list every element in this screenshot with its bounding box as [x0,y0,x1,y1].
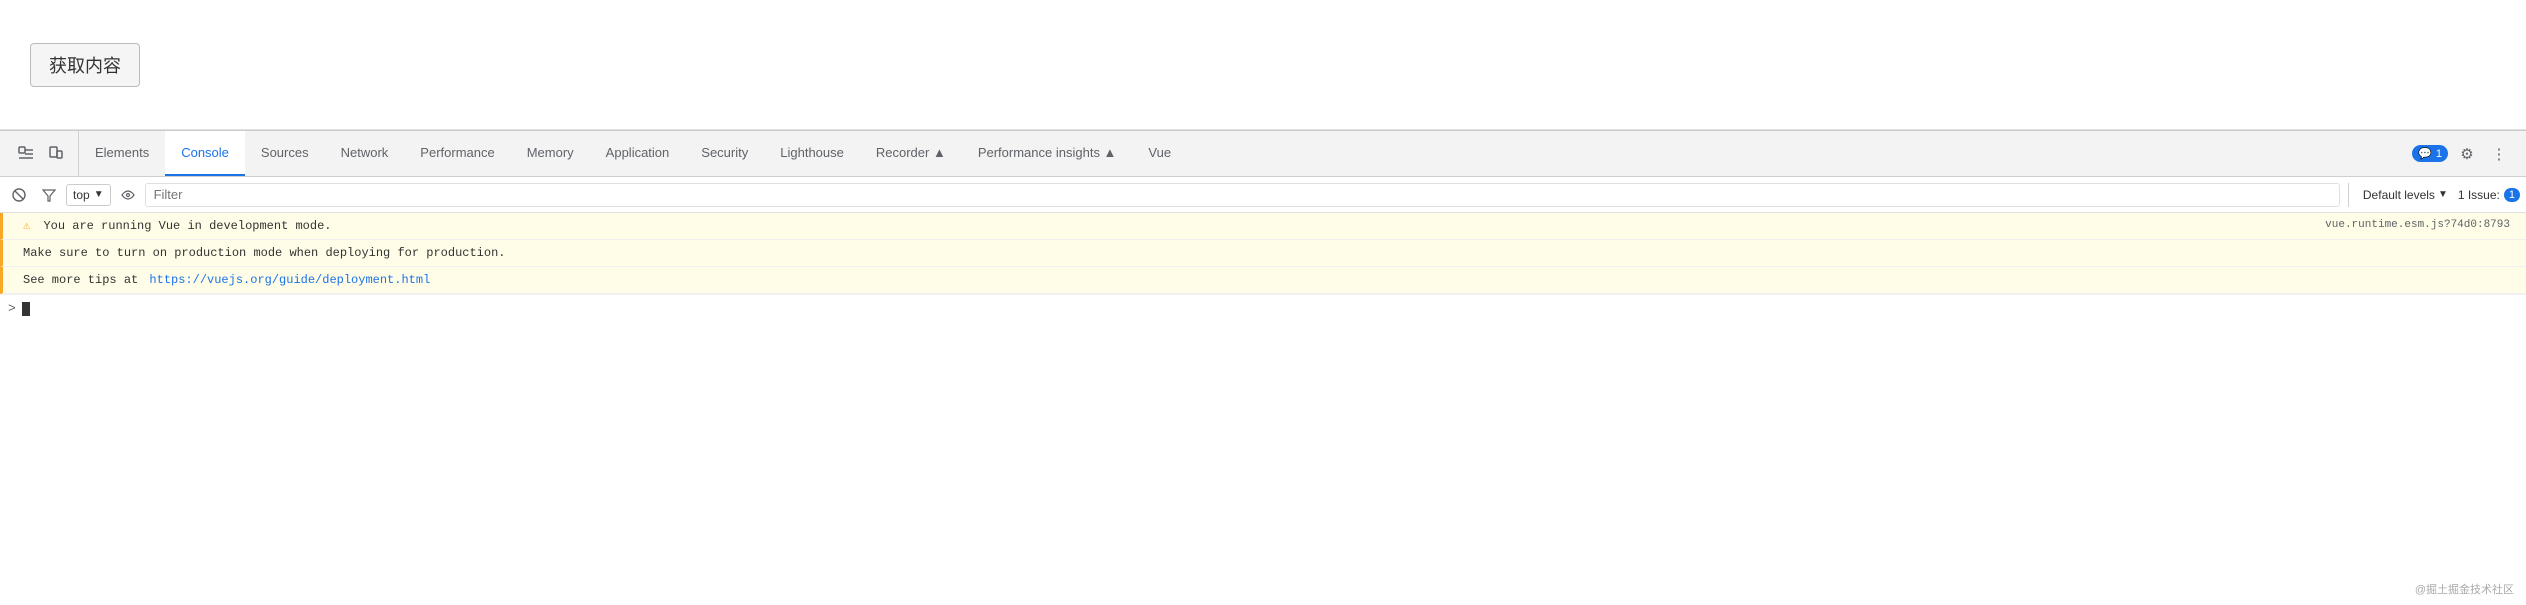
device-toolbar-icon[interactable] [42,140,70,168]
console-message-2: See more tips at https://vuejs.org/guide… [0,267,2526,294]
tab-recorder[interactable]: Recorder ▲ [860,131,962,176]
clear-console-icon[interactable] [6,182,32,208]
tab-application[interactable]: Application [590,131,686,176]
file-ref-0[interactable]: vue.runtime.esm.js?74d0:8793 [2325,217,2510,234]
eye-icon[interactable] [115,182,141,208]
console-toolbar: top ▼ Default levels ▼ 1 Issue: 1 [0,177,2526,213]
watermark: @掘土掘金技术社区 [2415,581,2514,597]
filter-input[interactable] [145,183,2340,207]
devtools-panel: Elements Console Sources Network Perform… [0,130,2526,605]
chevron-down-icon: ▼ [94,189,104,200]
tab-vue[interactable]: Vue [1132,131,1187,176]
get-content-button[interactable]: 获取内容 [30,43,140,87]
tab-network[interactable]: Network [325,131,405,176]
settings-icon[interactable]: ⚙ [2454,141,2480,167]
more-options-icon[interactable]: ⋮ [2486,141,2512,167]
context-label: top [73,188,90,202]
issues-count: 1 [2504,188,2520,202]
warning-icon: ⚠ [23,219,30,233]
console-output: ⚠ You are running Vue in development mod… [0,213,2526,605]
tab-performance-insights[interactable]: Performance insights ▲ [962,131,1133,176]
console-message-1-content: Make sure to turn on production mode whe… [23,244,2518,262]
console-input-line[interactable]: > [0,294,2526,323]
filter-icon[interactable] [36,182,62,208]
tab-memory[interactable]: Memory [511,131,590,176]
console-prompt: > [8,299,16,319]
console-message-0-content: ⚠ You are running Vue in development mod… [23,217,2317,235]
console-message-1: Make sure to turn on production mode whe… [0,240,2526,267]
tab-performance[interactable]: Performance [404,131,510,176]
tab-security[interactable]: Security [685,131,764,176]
devtools-tab-bar: Elements Console Sources Network Perform… [0,131,2526,177]
context-selector[interactable]: top ▼ [66,184,111,206]
issues-badge[interactable]: 1 Issue: 1 [2458,188,2520,202]
page-area: 获取内容 [0,0,2526,130]
console-message-0: ⚠ You are running Vue in development mod… [0,213,2526,240]
tab-lighthouse[interactable]: Lighthouse [764,131,860,176]
console-cursor [22,302,30,316]
tab-elements[interactable]: Elements [79,131,165,176]
notification-count: 1 [2436,148,2442,160]
default-levels-selector[interactable]: Default levels ▼ [2357,186,2454,204]
default-levels-label: Default levels [2363,188,2435,202]
inspect-icon[interactable] [12,140,40,168]
devtools-icons [4,131,79,176]
toolbar-divider [2348,183,2349,207]
tabs-list: Elements Console Sources Network Perform… [79,131,2402,176]
tab-bar-right: 💬 1 ⚙ ⋮ [2402,141,2522,167]
issues-label: 1 Issue: [2458,188,2500,202]
deployment-link[interactable]: https://vuejs.org/guide/deployment.html [149,273,430,287]
chevron-down-icon-levels: ▼ [2438,189,2448,200]
console-message-2-content: See more tips at https://vuejs.org/guide… [23,271,2518,289]
tab-sources[interactable]: Sources [245,131,325,176]
tab-console[interactable]: Console [165,131,245,176]
notification-badge[interactable]: 💬 1 [2412,145,2448,162]
chat-icon: 💬 [2418,147,2432,160]
